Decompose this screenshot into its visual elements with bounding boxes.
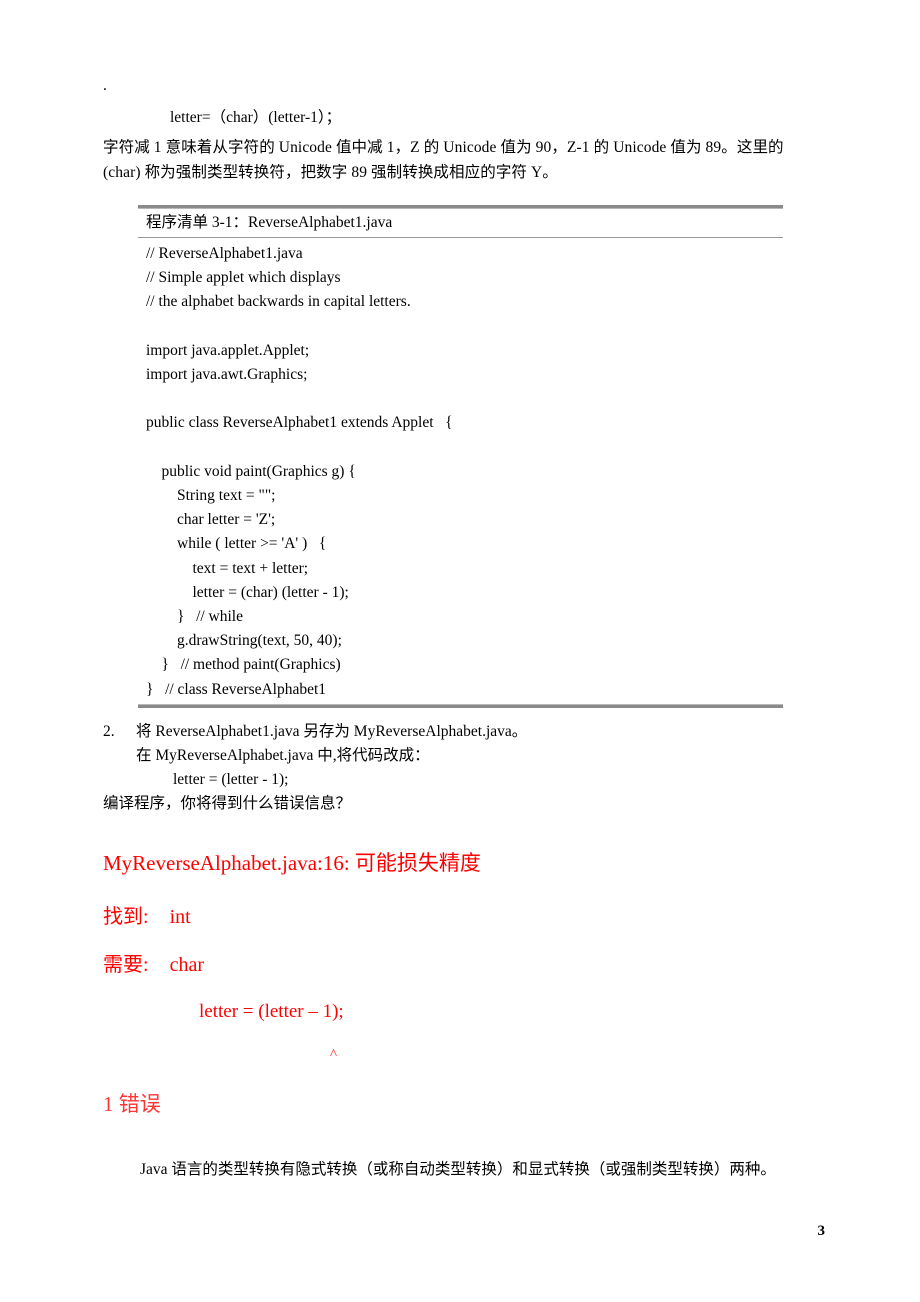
conclusion-paragraph: Java 语言的类型转换有隐式转换（或称自动类型转换）和显式转换（或强制类型转换…: [140, 1161, 776, 1178]
exercise-line-2: 在 MyReverseAlphabet.java 中,将代码改成：: [136, 747, 430, 764]
intro-paragraph-line-1: 字符减 1 意味着从字符的 Unicode 值中减 1，Z 的 Unicode …: [103, 139, 784, 156]
listing-code-line: [138, 436, 783, 460]
error-header: MyReverseAlphabet.java:16: 可能损失精度: [103, 851, 481, 875]
intro-paragraph-line-2: (char) 称为强制类型转换符，把数字 89 强制转换成相应的字符 Y。: [103, 164, 558, 181]
exercise-first-row: 2. 将 ReverseAlphabet1.java 另存为 MyReverse…: [103, 720, 863, 744]
listing-code-line: // the alphabet backwards in capital let…: [146, 293, 411, 311]
error-need-value: char: [169, 954, 204, 976]
error-source-line: letter = (letter – 1);: [199, 1001, 344, 1022]
exercise-item: 2. 将 ReverseAlphabet1.java 另存为 MyReverse…: [103, 720, 863, 816]
program-listing: 程序清单 3-1：ReverseAlphabet1.java // Revers…: [138, 205, 783, 708]
error-need-row: 需要: char: [103, 951, 204, 979]
listing-code-line: public void paint(Graphics g) {: [146, 462, 356, 480]
page-number: 3: [817, 1223, 826, 1239]
listing-code-line: public class ReverseAlphabet1 extends Ap…: [146, 414, 453, 432]
exercise-line-1: 将 ReverseAlphabet1.java 另存为 MyReverseAlp…: [136, 723, 528, 740]
listing-code-line: String text = "";: [146, 486, 276, 504]
intro-code-line: letter=（char）(letter-1）；: [170, 109, 342, 126]
error-found-value: int: [169, 906, 191, 928]
listing-title: 程序清单 3-1：ReverseAlphabet1.java: [146, 214, 393, 231]
error-count: 1 错误: [103, 1092, 161, 1116]
listing-bottom-rule: [138, 703, 783, 708]
listing-code-line: // Simple applet which displays: [146, 269, 341, 287]
listing-code-line: } // method paint(Graphics): [146, 656, 341, 674]
exercise-code-line: letter = (letter - 1);: [173, 771, 289, 788]
listing-code-line: text = text + letter;: [146, 559, 309, 577]
listing-code-line: } // class ReverseAlphabet1: [146, 680, 327, 698]
listing-code-line: import java.awt.Graphics;: [146, 366, 308, 383]
listing-code-line: } // while: [146, 608, 243, 625]
listing-code-line: [138, 387, 783, 411]
listing-code-line: g.drawString(text, 50, 40);: [146, 632, 342, 650]
error-found-label: 找到:: [103, 906, 149, 928]
listing-code-line: // ReverseAlphabet1.java: [146, 245, 303, 262]
error-need-label: 需要:: [103, 954, 149, 976]
listing-code-line: char letter = 'Z';: [146, 511, 276, 529]
document-page: . letter=（char）(letter-1）； 字符减 1 意味着从字符的…: [0, 0, 920, 1302]
error-found-row: 找到: int: [103, 903, 191, 931]
listing-code-line: [138, 315, 783, 339]
top-dot-mark: .: [103, 77, 107, 94]
exercise-line-3: 编译程序，你将得到什么错误信息？: [103, 795, 352, 812]
listing-code-body: // ReverseAlphabet1.java // Simple apple…: [138, 238, 783, 702]
exercise-number: 2.: [103, 723, 115, 740]
error-caret-marker: ^: [330, 1047, 338, 1063]
listing-code-line: import java.applet.Applet;: [146, 341, 310, 359]
listing-code-line: while ( letter >= 'A' ) {: [146, 535, 327, 553]
listing-code-line: letter = (char) (letter - 1);: [146, 583, 349, 601]
